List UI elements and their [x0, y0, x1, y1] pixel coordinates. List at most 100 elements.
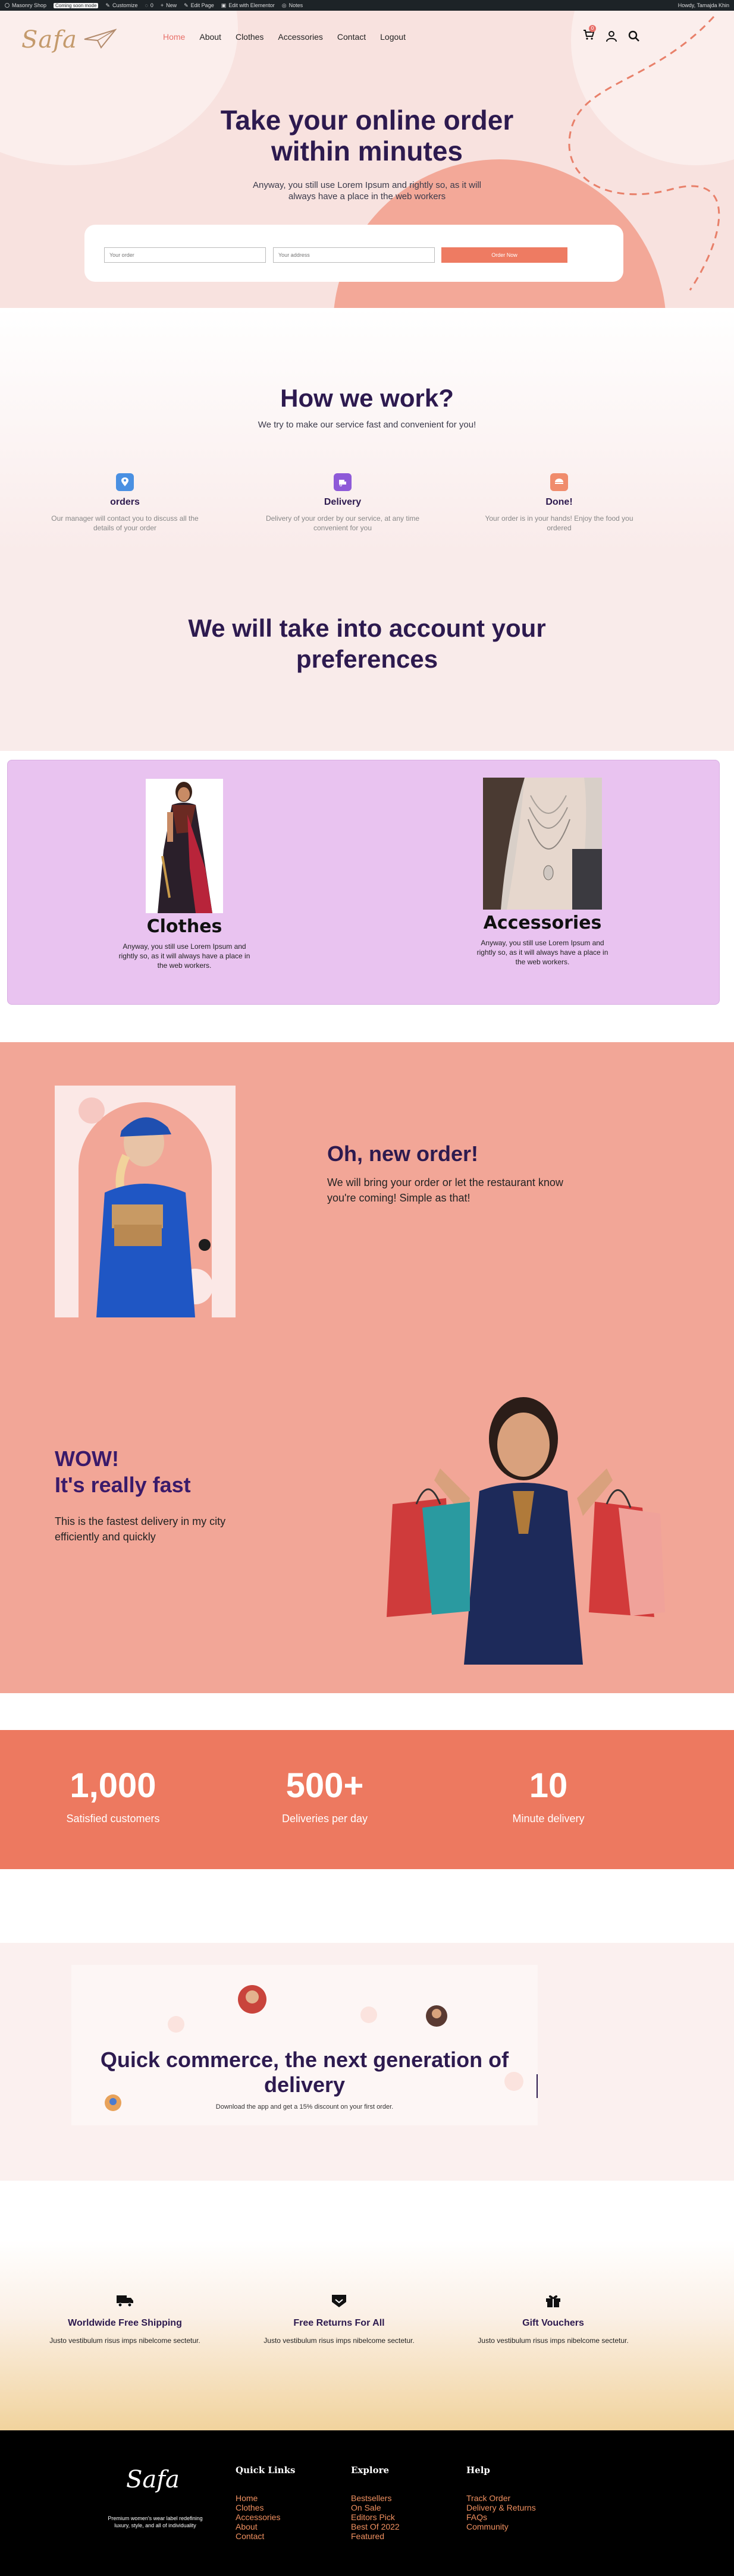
admin-edit-page[interactable]: ✎ Edit Page — [184, 2, 214, 9]
stat-value: 1,000 — [70, 1766, 156, 1805]
search-icon[interactable] — [628, 30, 640, 42]
admin-account[interactable]: Howdy, Tamajda Khin — [678, 2, 729, 8]
main-navigation: Safa Home About Clothes Accessories Cont… — [0, 11, 734, 68]
stat-value: 10 — [529, 1766, 568, 1805]
stat-label: Satisfied customers — [66, 1813, 160, 1825]
feature-text: Justo vestibulum risus imps nibelcome se… — [49, 2336, 200, 2345]
hero-subtitle: Anyway, you still use Lorem Ipsum and ri… — [252, 180, 482, 202]
category-name: Clothes — [146, 916, 222, 937]
user-icon[interactable] — [606, 30, 617, 42]
delivery-person-image — [55, 1086, 236, 1317]
footer-help: Help Track Order Delivery & Returns FAQs… — [466, 2465, 536, 2531]
feature-shipping: Worldwide Free Shipping Justo vestibulum… — [42, 2294, 208, 2345]
footer-link[interactable]: Featured — [351, 2531, 400, 2541]
stat-value: 500+ — [286, 1766, 364, 1805]
nav-link-accessories[interactable]: Accessories — [278, 32, 322, 42]
footer-link[interactable]: FAQs — [466, 2512, 536, 2522]
feature-title: Worldwide Free Shipping — [68, 2318, 182, 2328]
footer-link[interactable]: Editors Pick — [351, 2512, 400, 2522]
feature-returns: Free Returns For All Justo vestibulum ri… — [256, 2294, 422, 2345]
footer-logo[interactable]: Safa — [126, 2466, 180, 2493]
feature-title: Gift Vouchers — [522, 2318, 584, 2328]
feature-title: Free Returns For All — [293, 2318, 385, 2328]
order-input[interactable] — [104, 247, 266, 263]
stat-minutes: 10 Minute delivery — [459, 1766, 638, 1825]
quick-commerce-title: Quick commerce, the next generation of d… — [100, 2047, 509, 2097]
footer-link[interactable]: Community — [466, 2522, 536, 2531]
nav-link-home[interactable]: Home — [163, 32, 185, 42]
category-accessories[interactable]: Accessories Anyway, you still use Lorem … — [471, 778, 614, 967]
brush-icon: ✎ — [105, 2, 110, 8]
wordpress-icon — [5, 3, 10, 8]
footer-link[interactable]: About — [236, 2522, 295, 2531]
stat-label: Deliveries per day — [281, 1813, 368, 1825]
nav-menu: Home About Clothes Accessories Contact L… — [163, 32, 406, 42]
nav-icons: 0 — [583, 25, 640, 43]
nav-link-contact[interactable]: Contact — [337, 32, 366, 42]
nav-link-about[interactable]: About — [199, 32, 221, 42]
wow-title: WOW! It's really fast — [55, 1446, 191, 1498]
category-text: Anyway, you still use Lorem Ipsum and ri… — [476, 939, 608, 966]
footer-heading: Help — [466, 2465, 490, 2476]
feature-text: Justo vestibulum risus imps nibelcome se… — [478, 2336, 629, 2345]
footer-link[interactable]: Contact — [236, 2531, 295, 2541]
comment-icon: ◌ — [145, 2, 148, 8]
footer-explore: Explore Bestsellers On Sale Editors Pick… — [351, 2465, 400, 2541]
footer-heading: Quick Links — [236, 2465, 296, 2476]
footer-link[interactable]: Accessories — [236, 2512, 295, 2522]
order-now-button[interactable]: Order Now — [441, 247, 567, 263]
wow-title-line: WOW! — [55, 1446, 119, 1471]
nav-link-logout[interactable]: Logout — [380, 32, 406, 42]
admin-customize[interactable]: ✎ Customize — [105, 2, 137, 9]
category-name: Accessories — [483, 913, 602, 933]
wow-title-line: It's really fast — [55, 1473, 191, 1497]
cart-count-badge: 0 — [589, 25, 596, 32]
wow-text: This is the fastest delivery in my city … — [55, 1515, 226, 1543]
step-title: Done! — [545, 497, 573, 507]
feature-gift: Gift Vouchers Justo vestibulum risus imp… — [470, 2294, 636, 2345]
gift-icon — [546, 2295, 560, 2307]
admin-comments[interactable]: ◌ 0 — [145, 2, 153, 8]
footer-link[interactable]: Home — [236, 2493, 295, 2503]
admin-notes[interactable]: ◎ Notes — [282, 2, 303, 9]
footer-link[interactable]: Track Order — [466, 2493, 536, 2503]
step-text: Delivery of your order by our service, a… — [265, 514, 420, 532]
footer-link[interactable]: Best Of 2022 — [351, 2522, 400, 2531]
paper-plane-icon — [84, 29, 117, 49]
admin-site-link[interactable]: Masonry Shop — [5, 2, 46, 8]
admin-elementor[interactable]: ▣ Edit with Elementor — [221, 2, 275, 9]
step-delivery: Delivery Delivery of your order by our s… — [259, 473, 426, 533]
return-icon — [332, 2295, 346, 2307]
coming-soon-badge[interactable]: Coming soon mode — [54, 2, 99, 8]
cart-button[interactable]: 0 — [583, 25, 596, 43]
feature-text: Justo vestibulum risus imps nibelcome se… — [264, 2336, 415, 2345]
stat-label: Minute delivery — [512, 1813, 585, 1825]
footer-quick-links: Quick Links Home Clothes Accessories Abo… — [236, 2465, 295, 2541]
admin-bar: Masonry Shop Coming soon mode ✎ Customize… — [0, 0, 734, 11]
admin-new[interactable]: + New — [161, 2, 177, 8]
shopping-woman-image — [387, 1397, 665, 1665]
category-text: Anyway, you still use Lorem Ipsum and ri… — [118, 942, 250, 970]
step-title: Delivery — [324, 497, 362, 507]
delivery-icon — [334, 473, 352, 491]
stat-deliveries: 500+ Deliveries per day — [236, 1766, 414, 1825]
footer-link[interactable]: Clothes — [236, 2503, 295, 2512]
saree-model-image — [146, 779, 223, 913]
new-order-text: We will bring your order or let the rest… — [327, 1177, 563, 1204]
footer-link[interactable]: On Sale — [351, 2503, 400, 2512]
site-logo[interactable]: Safa — [21, 26, 77, 54]
preferences-title: We will take into account your preferenc… — [188, 614, 546, 673]
step-done: Done! Your order is in your hands! Enjoy… — [476, 473, 642, 533]
stat-customers: 1,000 Satisfied customers — [24, 1766, 202, 1825]
new-order-title: Oh, new order! — [327, 1141, 479, 1166]
footer-link[interactable]: Delivery & Returns — [466, 2503, 536, 2512]
how-we-work-section: How we work? We try to make our service … — [0, 308, 734, 751]
elementor-icon: ▣ — [221, 2, 227, 8]
footer-link[interactable]: Bestsellers — [351, 2493, 400, 2503]
category-clothes[interactable]: Clothes Anyway, you still use Lorem Ipsu… — [113, 779, 256, 970]
nav-link-clothes[interactable]: Clothes — [236, 32, 264, 42]
address-input[interactable] — [273, 247, 435, 263]
stats-section: 1,000 Satisfied customers 500+ Deliverie… — [0, 1730, 734, 1869]
notes-icon: ◎ — [281, 2, 287, 8]
hero-title: Take your online order within minutes — [220, 105, 514, 166]
